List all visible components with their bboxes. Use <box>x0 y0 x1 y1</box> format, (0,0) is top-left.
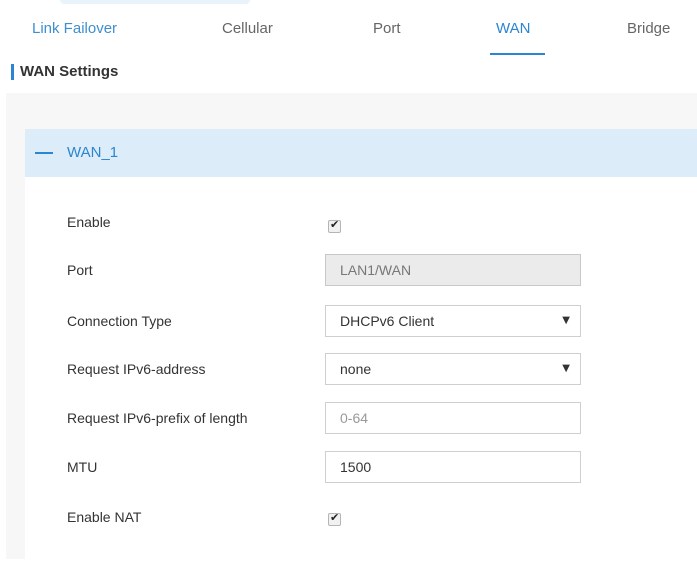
tab-link-failover[interactable]: Link Failover <box>32 20 117 37</box>
connection-type-value: DHCPv6 Client <box>340 313 435 329</box>
wan-card-header[interactable]: WAN_1 <box>25 129 697 177</box>
caret-down-icon: ▼ <box>562 315 570 326</box>
tab-bar-edge <box>60 0 250 4</box>
mtu-label: MTU <box>67 459 98 475</box>
enable-nat-label: Enable NAT <box>67 509 142 525</box>
tab-bridge[interactable]: Bridge <box>627 20 670 37</box>
connection-type-select[interactable]: DHCPv6 Client ▼ <box>325 305 581 337</box>
tab-wan[interactable]: WAN <box>496 20 530 37</box>
check-icon: ✔ <box>330 218 340 231</box>
enable-nat-checkbox[interactable]: ✔ <box>328 511 341 526</box>
minus-icon[interactable] <box>35 152 53 154</box>
active-tab-indicator <box>490 53 545 55</box>
tab-bar: Link Failover Cellular Port WAN Bridge <box>0 0 697 60</box>
port-label: Port <box>67 262 93 278</box>
wan-card <box>25 129 697 559</box>
tab-port[interactable]: Port <box>373 20 401 37</box>
section-title: WAN Settings <box>11 64 118 80</box>
request-ipv6-address-label: Request IPv6-address <box>67 361 206 377</box>
connection-type-label: Connection Type <box>67 313 172 329</box>
request-ipv6-prefix-label: Request IPv6-prefix of length <box>67 410 248 426</box>
check-icon: ✔ <box>330 511 340 524</box>
caret-down-icon: ▼ <box>562 363 570 374</box>
request-ipv6-address-select[interactable]: none ▼ <box>325 353 581 385</box>
mtu-input[interactable]: 1500 <box>325 451 581 483</box>
request-ipv6-address-value: none <box>340 361 372 377</box>
enable-checkbox[interactable]: ✔ <box>328 218 341 233</box>
request-ipv6-prefix-input[interactable]: 0-64 <box>325 402 581 434</box>
port-field: LAN1/WAN <box>325 254 581 286</box>
enable-label: Enable <box>67 214 111 230</box>
card-title: WAN_1 <box>67 144 119 161</box>
tab-cellular[interactable]: Cellular <box>222 20 273 37</box>
